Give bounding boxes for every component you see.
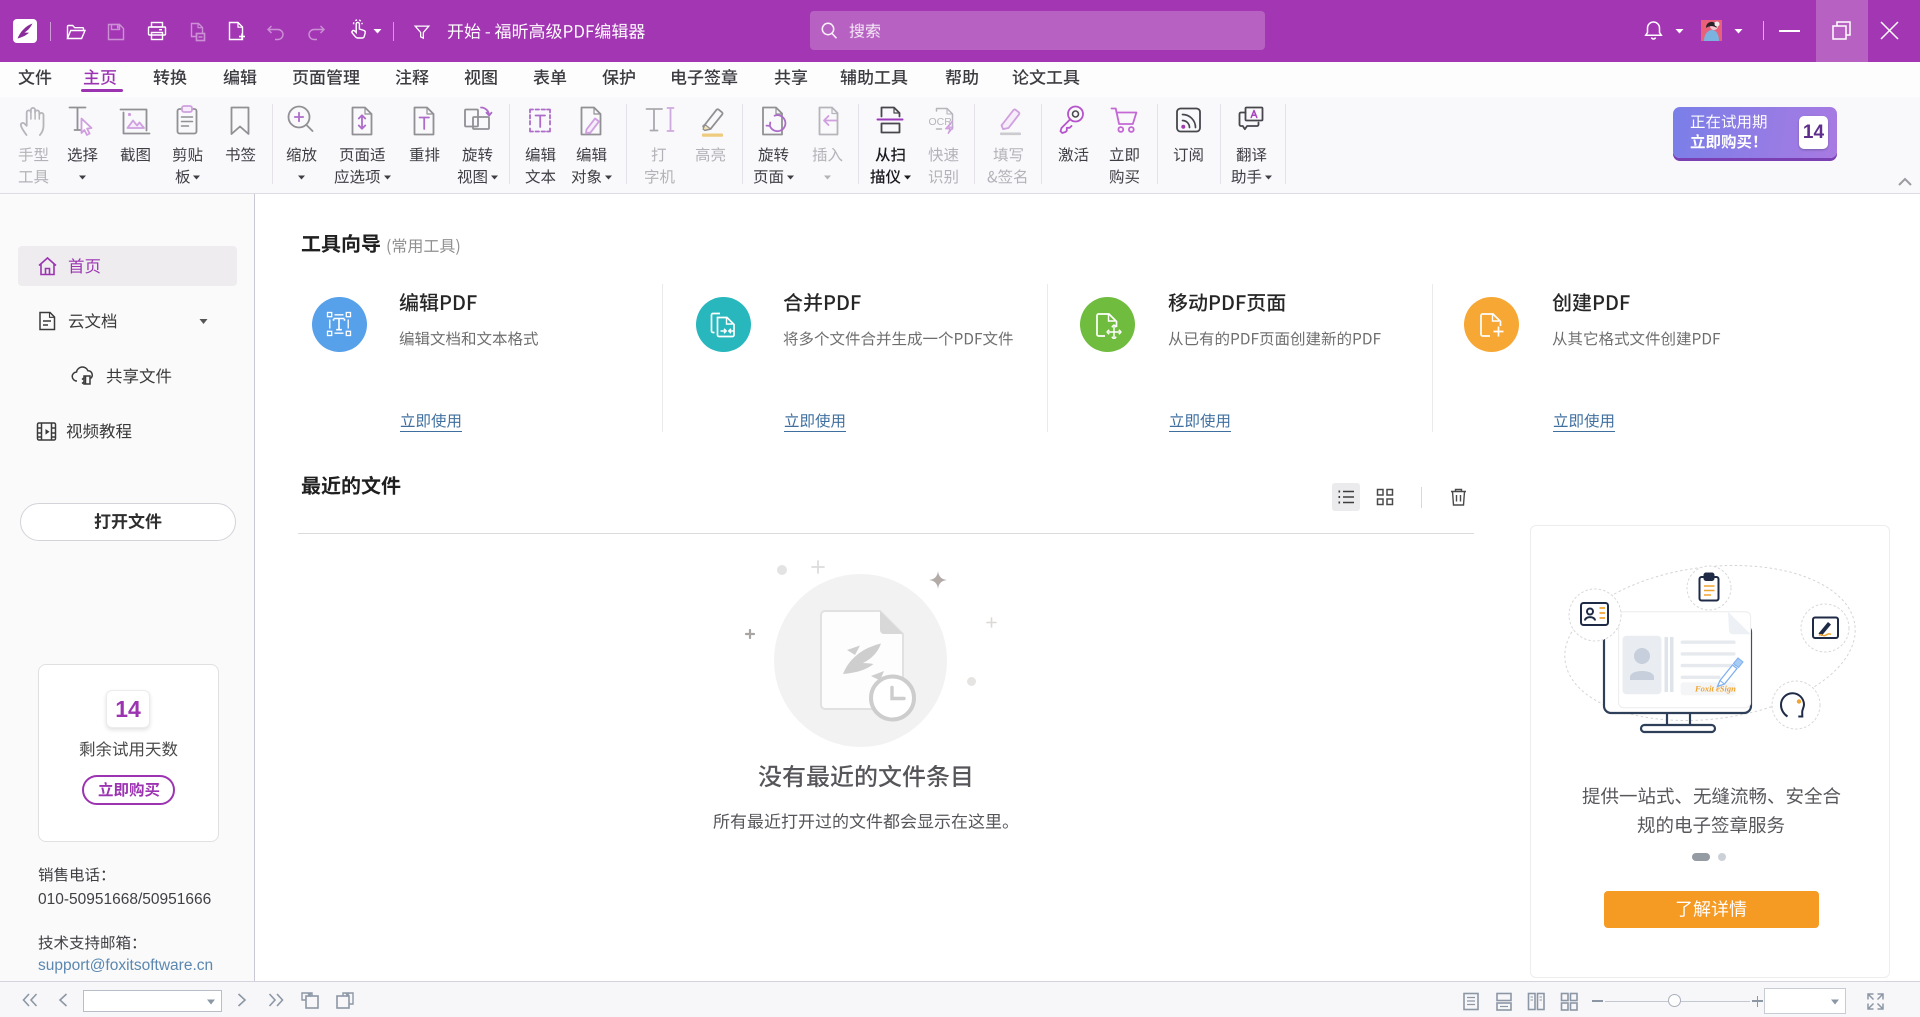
svg-text:Foxit eSign: Foxit eSign xyxy=(1694,684,1736,694)
